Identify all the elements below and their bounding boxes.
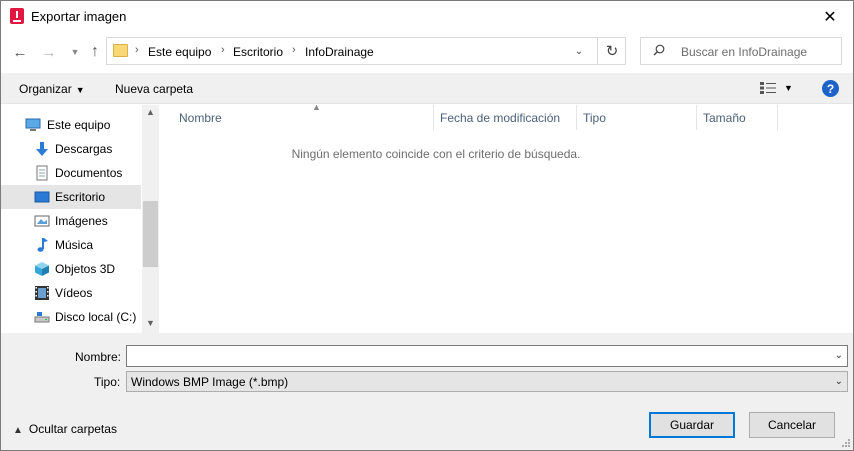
filename-input[interactable]	[127, 346, 827, 366]
view-options-icon[interactable]	[760, 82, 776, 94]
sidebar-item-descargas[interactable]: Descargas	[1, 137, 141, 161]
hide-folders-button[interactable]: ▲ Ocultar carpetas	[13, 422, 117, 436]
column-header-tamano[interactable]: Tamaño	[697, 105, 778, 130]
up-button[interactable]: ↑	[85, 42, 105, 62]
sidebar-item-escritorio[interactable]: Escritorio	[1, 185, 141, 209]
filename-combobox[interactable]: ⌄	[126, 345, 848, 367]
sidebar-item-este-equipo[interactable]: Este equipo	[1, 113, 141, 137]
filetype-label: Tipo:	[94, 375, 121, 389]
navigation-bar: ← → ▼ ↑ › Este equipo › Escritorio › Inf…	[1, 33, 853, 73]
search-icon	[653, 44, 665, 56]
new-folder-button[interactable]: Nueva carpeta	[115, 82, 193, 96]
window-title: Exportar imagen	[31, 9, 127, 24]
help-icon[interactable]: ?	[822, 80, 839, 97]
sort-up-icon: ▲	[312, 102, 321, 112]
back-button[interactable]: ←	[10, 42, 30, 62]
chevron-down-icon: ▼	[70, 47, 80, 57]
sidebar-item-label: Música	[55, 238, 94, 252]
app-icon	[10, 8, 24, 24]
search-placeholder: Buscar en InfoDrainage	[681, 45, 808, 59]
music-icon	[37, 238, 48, 252]
empty-message: Ningún elemento coincide con el criterio…	[291, 147, 581, 161]
download-icon	[36, 142, 48, 156]
arrow-left-icon: ←	[12, 43, 28, 61]
folder-icon	[113, 44, 128, 57]
column-header-fecha[interactable]: Fecha de modificación	[434, 105, 577, 130]
sidebar-item-musica[interactable]: Música	[1, 233, 141, 257]
breadcrumb-escritorio[interactable]: Escritorio	[233, 45, 283, 59]
computer-icon	[25, 118, 41, 131]
chevron-down-icon[interactable]: ⌄	[835, 350, 843, 361]
refresh-icon: ↻	[605, 43, 619, 60]
chevron-right-icon: ›	[292, 44, 296, 56]
scrollbar-thumb[interactable]	[143, 201, 158, 267]
sidebar-item-label: Este equipo	[47, 118, 111, 132]
filetype-select[interactable]: Windows BMP Image (*.bmp) ⌄	[126, 371, 848, 392]
sidebar-item-label: Imágenes	[55, 214, 108, 228]
hide-folders-label: Ocultar carpetas	[28, 422, 117, 436]
sidebar-item-label: Disco local (C:)	[55, 310, 137, 324]
sidebar-item-label: Vídeos	[55, 286, 93, 300]
column-header-tipo[interactable]: Tipo	[577, 105, 697, 130]
sidebar-item-label: Objetos 3D	[55, 262, 116, 276]
recent-locations-button[interactable]: ▼	[65, 42, 85, 62]
cube-icon	[35, 262, 49, 276]
scroll-down-icon[interactable]: ▼	[146, 318, 155, 328]
breadcrumb-infodrainage[interactable]: InfoDrainage	[305, 45, 374, 59]
chevron-down-icon: ⌄	[574, 45, 584, 57]
scroll-up-icon[interactable]: ▲	[146, 107, 155, 117]
command-toolbar: Organizar ▼ Nueva carpeta ▼ ?	[1, 73, 853, 104]
chevron-up-icon: ▲	[13, 425, 23, 436]
save-options-panel: Nombre: ⌄ Tipo: Windows BMP Image (*.bmp…	[1, 333, 853, 450]
address-bar[interactable]: › Este equipo › Escritorio › InfoDrainag…	[106, 37, 626, 65]
chevron-right-icon: ›	[221, 44, 225, 56]
arrow-right-icon: →	[41, 43, 57, 61]
caret-down-icon: ▼	[75, 85, 85, 95]
file-list: Nombre ▲ Fecha de modificación Tipo Tama…	[159, 102, 853, 333]
breadcrumb-este-equipo[interactable]: Este equipo	[148, 45, 211, 59]
sidebar-item-documentos[interactable]: Documentos	[1, 161, 141, 185]
organize-label: Organizar	[19, 82, 72, 96]
desktop-icon	[34, 191, 50, 203]
forward-button[interactable]: →	[39, 42, 59, 62]
address-dropdown-button[interactable]: ⌄	[569, 43, 589, 59]
document-icon	[36, 165, 48, 181]
view-dropdown-icon[interactable]: ▼	[784, 83, 793, 93]
chevron-down-icon: ⌄	[834, 376, 843, 387]
filetype-value: Windows BMP Image (*.bmp)	[131, 375, 289, 389]
pictures-icon	[34, 215, 50, 227]
video-icon	[35, 286, 49, 300]
sidebar-item-label: Escritorio	[55, 190, 106, 204]
arrow-up-icon: ↑	[91, 43, 99, 60]
chevron-right-icon: ›	[135, 44, 139, 56]
sidebar-item-label: Documentos	[55, 166, 123, 180]
export-image-dialog: Exportar imagen ✕ ← → ▼ ↑ › Este equipo …	[0, 0, 854, 451]
sidebar-scrollbar[interactable]: ▲ ▼	[142, 105, 159, 333]
sidebar-item-imagenes[interactable]: Imágenes	[1, 209, 141, 233]
sidebar-item-videos[interactable]: Vídeos	[1, 281, 141, 305]
refresh-button[interactable]: ↻	[597, 38, 626, 64]
navigation-pane: Este equipo Descargas Documentos Escrito…	[1, 105, 159, 333]
cancel-button[interactable]: Cancelar	[749, 412, 835, 438]
drive-icon	[34, 312, 50, 323]
sidebar-item-disco-local[interactable]: Disco local (C:)	[1, 305, 141, 329]
sidebar-item-objetos-3d[interactable]: Objetos 3D	[1, 257, 141, 281]
organize-button[interactable]: Organizar ▼	[19, 82, 85, 96]
close-icon: ✕	[823, 8, 837, 26]
close-button[interactable]: ✕	[807, 1, 853, 32]
save-button[interactable]: Guardar	[649, 412, 735, 438]
sidebar-item-label: Descargas	[55, 142, 113, 156]
filename-label: Nombre:	[75, 350, 122, 364]
column-header-nombre[interactable]: Nombre ▲	[173, 102, 434, 130]
search-box[interactable]: Buscar en InfoDrainage	[640, 37, 842, 65]
resize-grip-icon[interactable]	[841, 438, 851, 448]
title-bar: Exportar imagen ✕	[1, 1, 853, 32]
